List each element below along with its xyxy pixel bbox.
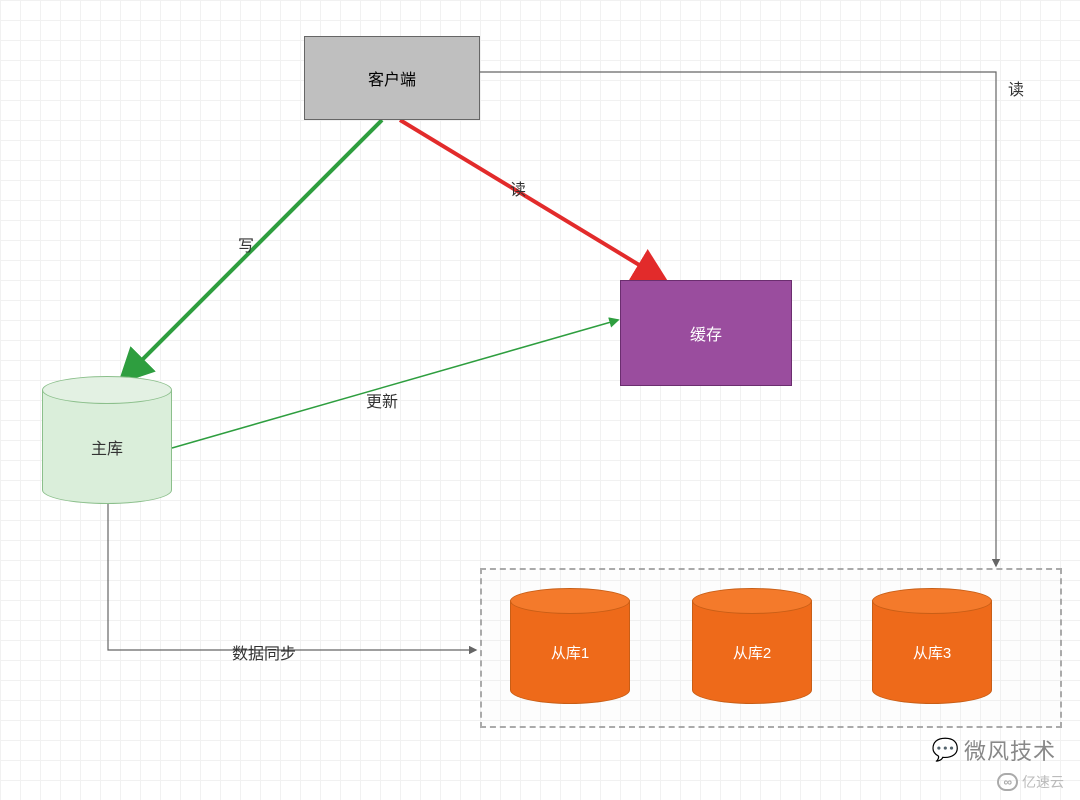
edge-label-sync: 数据同步 bbox=[232, 640, 296, 664]
master-db-top bbox=[42, 376, 172, 404]
replica-db-node-3: 从库3 bbox=[872, 588, 992, 704]
master-db-label: 主库 bbox=[91, 435, 123, 459]
watermark-primary: 💬 微风技术 bbox=[932, 734, 1056, 766]
edge-label-read-cache: 读 bbox=[510, 176, 526, 200]
replica-db-top bbox=[872, 588, 992, 614]
replica-db-body: 从库3 bbox=[872, 601, 992, 704]
watermark-secondary-text: 亿速云 bbox=[1022, 772, 1064, 792]
replica-db-label: 从库2 bbox=[733, 642, 771, 663]
watermark-primary-text: 微风技术 bbox=[964, 734, 1056, 766]
master-db-body: 主库 bbox=[42, 390, 172, 504]
replica-db-node-1: 从库1 bbox=[510, 588, 630, 704]
client-label: 客户端 bbox=[368, 66, 416, 90]
replica-db-body: 从库2 bbox=[692, 601, 812, 704]
watermark-secondary: ∞ 亿速云 bbox=[997, 772, 1064, 792]
edge-label-write: 写 bbox=[238, 232, 254, 256]
master-db-node: 主库 bbox=[42, 376, 172, 504]
edge-label-update: 更新 bbox=[366, 388, 398, 412]
client-node: 客户端 bbox=[304, 36, 480, 120]
wechat-icon: 💬 bbox=[932, 737, 960, 763]
edge-master-replicas bbox=[108, 504, 476, 650]
replica-db-top bbox=[510, 588, 630, 614]
replica-db-node-2: 从库2 bbox=[692, 588, 812, 704]
edge-master-cache bbox=[172, 320, 618, 448]
cache-node: 缓存 bbox=[620, 280, 792, 386]
replica-db-top bbox=[692, 588, 812, 614]
replica-db-label: 从库1 bbox=[551, 642, 589, 663]
edge-label-read-replica: 读 bbox=[1008, 76, 1024, 100]
cache-label: 缓存 bbox=[690, 321, 722, 345]
replica-db-label: 从库3 bbox=[913, 642, 951, 663]
replica-db-body: 从库1 bbox=[510, 601, 630, 704]
cloud-icon: ∞ bbox=[997, 773, 1018, 791]
edge-client-cache bbox=[400, 120, 664, 280]
